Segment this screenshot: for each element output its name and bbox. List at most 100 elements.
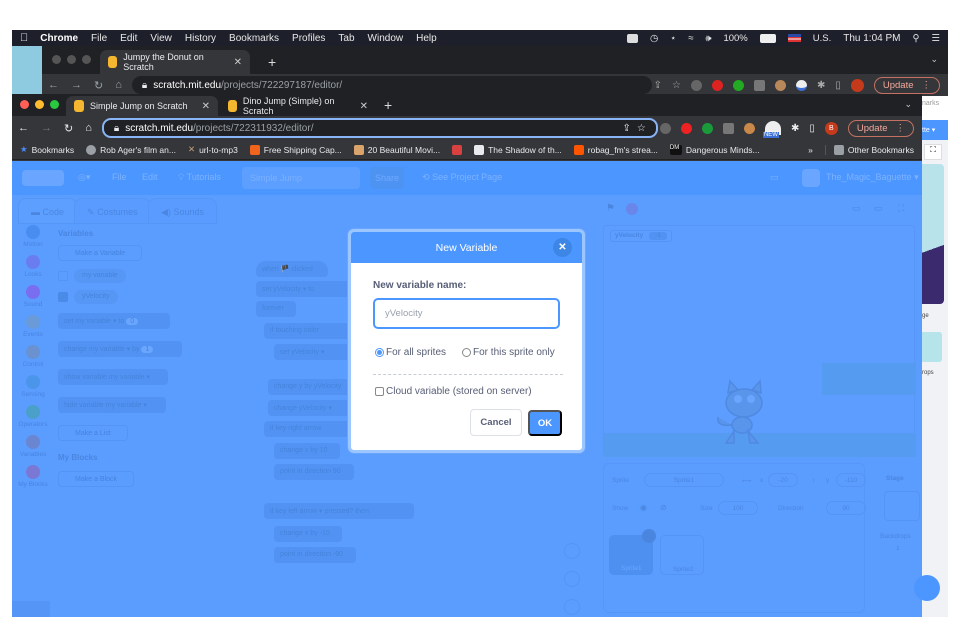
share-icon[interactable]: ⇪ — [623, 123, 631, 134]
script-block-forever[interactable]: forever — [256, 301, 296, 317]
zoom-in-button[interactable] — [564, 543, 580, 559]
menu-view[interactable]: View — [150, 33, 172, 44]
tab-simple-jump[interactable]: Simple Jump on Scratch ✕ — [66, 96, 218, 116]
extension-reader-icon[interactable] — [690, 79, 702, 91]
radio-for-this-sprite-only[interactable]: For this sprite only — [462, 347, 555, 358]
bookmark-rob-ager[interactable]: Rob Ager's film an... — [86, 144, 176, 155]
direction-field[interactable]: 90 — [826, 501, 866, 515]
extension-e-icon[interactable] — [732, 79, 744, 91]
stage-thumbnail[interactable] — [884, 491, 920, 521]
menu-edit[interactable]: Edit — [120, 33, 137, 44]
show-hidden-icon[interactable]: ⊘ — [660, 503, 667, 512]
my-stuff-folder-icon[interactable]: ▭ — [770, 172, 779, 183]
menu-window[interactable]: Window — [368, 33, 404, 44]
extensions-puzzle-icon[interactable]: ✱ — [817, 80, 825, 91]
bookmark-star-icon[interactable]: ☆ — [637, 123, 646, 134]
extension-adblock-icon[interactable] — [680, 122, 692, 134]
menu-help[interactable]: Help — [416, 33, 437, 44]
other-bookmarks[interactable]: Other Bookmarks — [824, 144, 914, 155]
variable-checkbox-checked[interactable] — [58, 292, 68, 302]
home-icon[interactable]: ⌂ — [115, 79, 122, 92]
close-tab-icon[interactable]: ✕ — [234, 57, 242, 68]
scratch-cat-sprite[interactable] — [712, 379, 776, 447]
variable-reporter[interactable]: yVelocity — [74, 290, 118, 304]
update-button[interactable]: Update ⋮ — [873, 76, 940, 94]
forward-icon[interactable]: → — [41, 122, 52, 135]
delete-sprite-icon[interactable] — [642, 529, 656, 543]
sprite-name-field[interactable]: Sprite1 — [644, 473, 724, 487]
variable-checkbox[interactable] — [58, 271, 68, 281]
script-block[interactable]: set yVelocity ▾ to — [256, 281, 356, 297]
battery-icon[interactable] — [759, 33, 776, 43]
palette-block-hide-variable[interactable]: hide variable my variable ▾ — [58, 397, 166, 413]
hat-block-green-flag[interactable]: when 🏴 clicked — [256, 261, 328, 277]
menu-profiles[interactable]: Profiles — [292, 33, 325, 44]
extension-new-icon[interactable] — [795, 79, 807, 91]
category-looks[interactable]: Looks — [18, 255, 48, 278]
spotlight-search-icon[interactable]: ⚲ — [913, 33, 920, 44]
volume-icon[interactable]: 🕪 — [705, 33, 711, 44]
maximize-window-button[interactable] — [50, 100, 59, 109]
make-block-button[interactable]: Make a Block — [58, 471, 135, 487]
x-field[interactable]: -20 — [768, 473, 798, 487]
chrome-menu-icon[interactable]: ⋮ — [922, 80, 932, 91]
category-operators[interactable]: Operators — [18, 405, 48, 428]
peek-fullscreen-icon[interactable]: ⛶ — [924, 144, 942, 160]
green-flag-button[interactable]: ⚑ — [606, 203, 618, 215]
bluetooth-icon[interactable]: ⋆ — [670, 33, 676, 44]
category-variables[interactable]: Variables — [18, 435, 48, 458]
tutorials-menu[interactable]: 💡︎ Tutorials — [178, 172, 221, 183]
forward-icon[interactable]: → — [71, 79, 82, 92]
extension-adblock-icon[interactable] — [711, 79, 723, 91]
large-stage-button[interactable]: ▭ — [874, 203, 883, 214]
category-events[interactable]: Events — [18, 315, 48, 338]
bookmark-cartoon[interactable] — [452, 144, 463, 155]
bookmark-url-to-mp3[interactable]: ✕ url-to-mp3 — [188, 144, 238, 155]
tab-search-chevron-icon[interactable]: ⌄ — [904, 99, 912, 110]
share-button[interactable]: Share — [370, 167, 404, 189]
clock[interactable]: Thu 1:04 PM — [843, 33, 900, 44]
extension-gear-icon[interactable] — [743, 122, 755, 134]
block-input[interactable]: 1 — [141, 346, 154, 353]
category-sound[interactable]: Sound — [18, 285, 48, 308]
bookmark-free-shipping[interactable]: Free Shipping Cap... — [249, 144, 342, 155]
cloud-variable-checkbox[interactable]: Cloud variable (stored on server) — [375, 386, 532, 397]
apple-menu-icon[interactable]:  — [20, 32, 28, 44]
script-block-if[interactable]: if key right arrow — [264, 421, 360, 437]
reload-icon[interactable]: ↻ — [64, 122, 73, 135]
project-title-input[interactable]: Simple Jump — [242, 167, 360, 189]
category-motion[interactable]: Motion — [18, 225, 48, 248]
bookmark-shadow[interactable]: The Shadow of th... — [474, 144, 562, 155]
zoom-out-button[interactable] — [564, 571, 580, 587]
palette-block-change[interactable]: change my variable ▾ by 1 — [58, 341, 182, 357]
bookmark-bookmarks[interactable]: ★ Bookmarks — [20, 144, 74, 155]
minimize-window-button[interactable] — [67, 55, 76, 64]
tab-search-chevron-icon[interactable]: ⌄ — [930, 54, 938, 65]
home-icon[interactable]: ⌂ — [85, 122, 92, 135]
user-avatar[interactable] — [802, 169, 820, 187]
zoom-reset-button[interactable] — [564, 599, 580, 615]
add-extension-button[interactable] — [12, 601, 50, 617]
scratch-logo[interactable] — [22, 170, 64, 186]
variable-reporter[interactable]: my variable — [74, 269, 126, 283]
script-block[interactable]: point in direction -90 — [274, 547, 356, 563]
close-dialog-button[interactable]: ✕ — [553, 238, 572, 257]
zoom-app-icon[interactable] — [626, 33, 638, 43]
show-visible-icon[interactable]: ◉ — [640, 503, 647, 512]
extensions-puzzle-icon[interactable]: ✱ — [791, 123, 799, 134]
new-tab-button[interactable]: + — [268, 54, 276, 70]
menu-app-name[interactable]: Chrome — [40, 33, 78, 44]
cancel-button[interactable]: Cancel — [470, 409, 522, 436]
category-control[interactable]: Control — [18, 345, 48, 368]
time-machine-icon[interactable]: ◷ — [650, 33, 658, 44]
address-bar[interactable]: 🔒︎ scratch.mit.edu/projects/722311932/ed… — [101, 118, 658, 138]
extension-gear-icon[interactable] — [774, 79, 786, 91]
extension-new-icon[interactable]: NEW — [762, 121, 781, 138]
script-block-if[interactable]: if key left arrow ▾ pressed? then — [264, 503, 414, 519]
palette-block-show-variable[interactable]: show variable my variable ▾ — [58, 369, 168, 385]
script-block[interactable]: change x by 10 — [274, 443, 340, 459]
bookmark-dangerous-minds[interactable]: DM Dangerous Minds... — [669, 144, 760, 155]
wifi-icon[interactable]: ≈ — [688, 33, 693, 44]
script-block-if[interactable]: if touching color — [264, 323, 354, 339]
script-block[interactable]: point in direction 90 — [274, 464, 354, 480]
